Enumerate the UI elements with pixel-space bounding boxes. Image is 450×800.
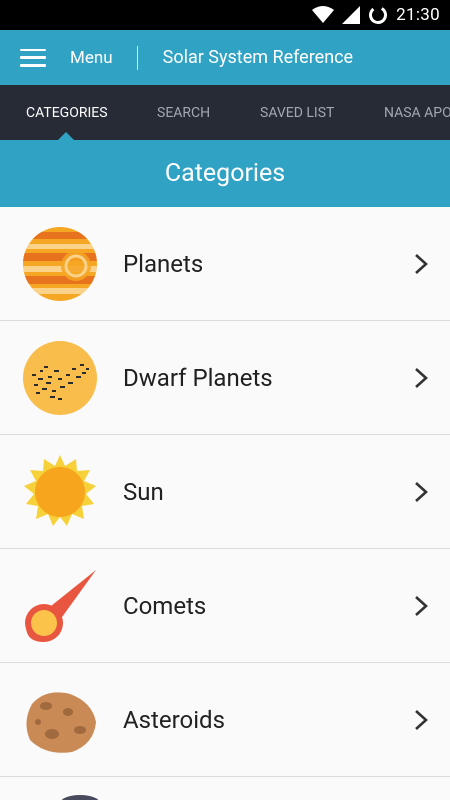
app-bar: Menu Solar System Reference — [0, 30, 450, 85]
status-bar: 21:30 — [0, 0, 450, 30]
list-item-label: Sun — [123, 477, 164, 506]
chevron-right-icon — [415, 709, 428, 730]
app-bar-divider — [136, 45, 138, 70]
battery-loading-icon — [369, 6, 388, 24]
sun-icon — [21, 453, 99, 531]
cellular-signal-icon — [342, 6, 361, 24]
active-tab-indicator — [58, 132, 74, 140]
planet-icon — [21, 225, 99, 303]
asteroid-icon — [21, 681, 99, 759]
app-title: Solar System Reference — [162, 47, 354, 68]
chevron-right-icon — [415, 595, 428, 616]
list-item-label: Dwarf Planets — [123, 363, 273, 392]
tab-search[interactable]: SEARCH — [157, 105, 210, 121]
clock: 21:30 — [396, 5, 440, 25]
wifi-icon — [312, 6, 335, 23]
list-item-planets[interactable]: Planets — [0, 207, 450, 321]
list-item-label: Comets — [123, 591, 207, 620]
chevron-right-icon — [415, 253, 428, 274]
list-item-label: Asteroids — [123, 705, 225, 734]
menu-label[interactable]: Menu — [70, 48, 113, 68]
tab-bar: CATEGORIES SEARCH SAVED LIST NASA APOD — [0, 85, 450, 140]
category-list: Planets Dwarf Planets Sun Comets Asteroi… — [0, 207, 450, 800]
moon-icon — [21, 777, 99, 800]
tab-nasa-apod[interactable]: NASA APOD — [384, 105, 450, 121]
list-item-partial[interactable] — [0, 777, 450, 800]
list-item-dwarf-planets[interactable]: Dwarf Planets — [0, 321, 450, 435]
tab-categories[interactable]: CATEGORIES — [26, 105, 108, 121]
list-item-comets[interactable]: Comets — [0, 549, 450, 663]
list-item-label: Planets — [123, 249, 204, 278]
tab-saved-list[interactable]: SAVED LIST — [260, 105, 334, 121]
dwarf-planet-icon — [21, 339, 99, 417]
list-item-asteroids[interactable]: Asteroids — [0, 663, 450, 777]
comet-icon — [21, 567, 99, 645]
section-header: Categories — [0, 140, 450, 207]
hamburger-menu-icon[interactable] — [20, 48, 46, 67]
chevron-right-icon — [415, 481, 428, 502]
section-title: Categories — [164, 159, 286, 188]
list-item-sun[interactable]: Sun — [0, 435, 450, 549]
chevron-right-icon — [415, 367, 428, 388]
